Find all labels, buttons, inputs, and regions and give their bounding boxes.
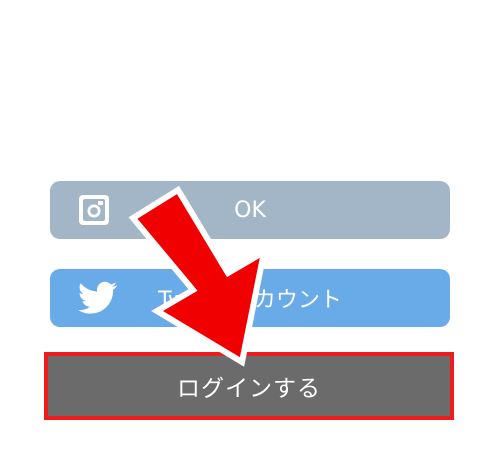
twitter-button-label: Twitterアカウント	[158, 288, 342, 313]
instagram-ok-button[interactable]: OK	[50, 181, 450, 239]
instagram-button-label: OK	[234, 197, 266, 223]
login-button[interactable]: ログインする	[44, 352, 454, 420]
instagram-icon	[78, 194, 110, 226]
login-button-label: ログインする	[177, 376, 321, 402]
twitter-bird-icon	[78, 281, 118, 315]
twitter-account-button[interactable]: Twitterアカウント	[50, 269, 450, 327]
